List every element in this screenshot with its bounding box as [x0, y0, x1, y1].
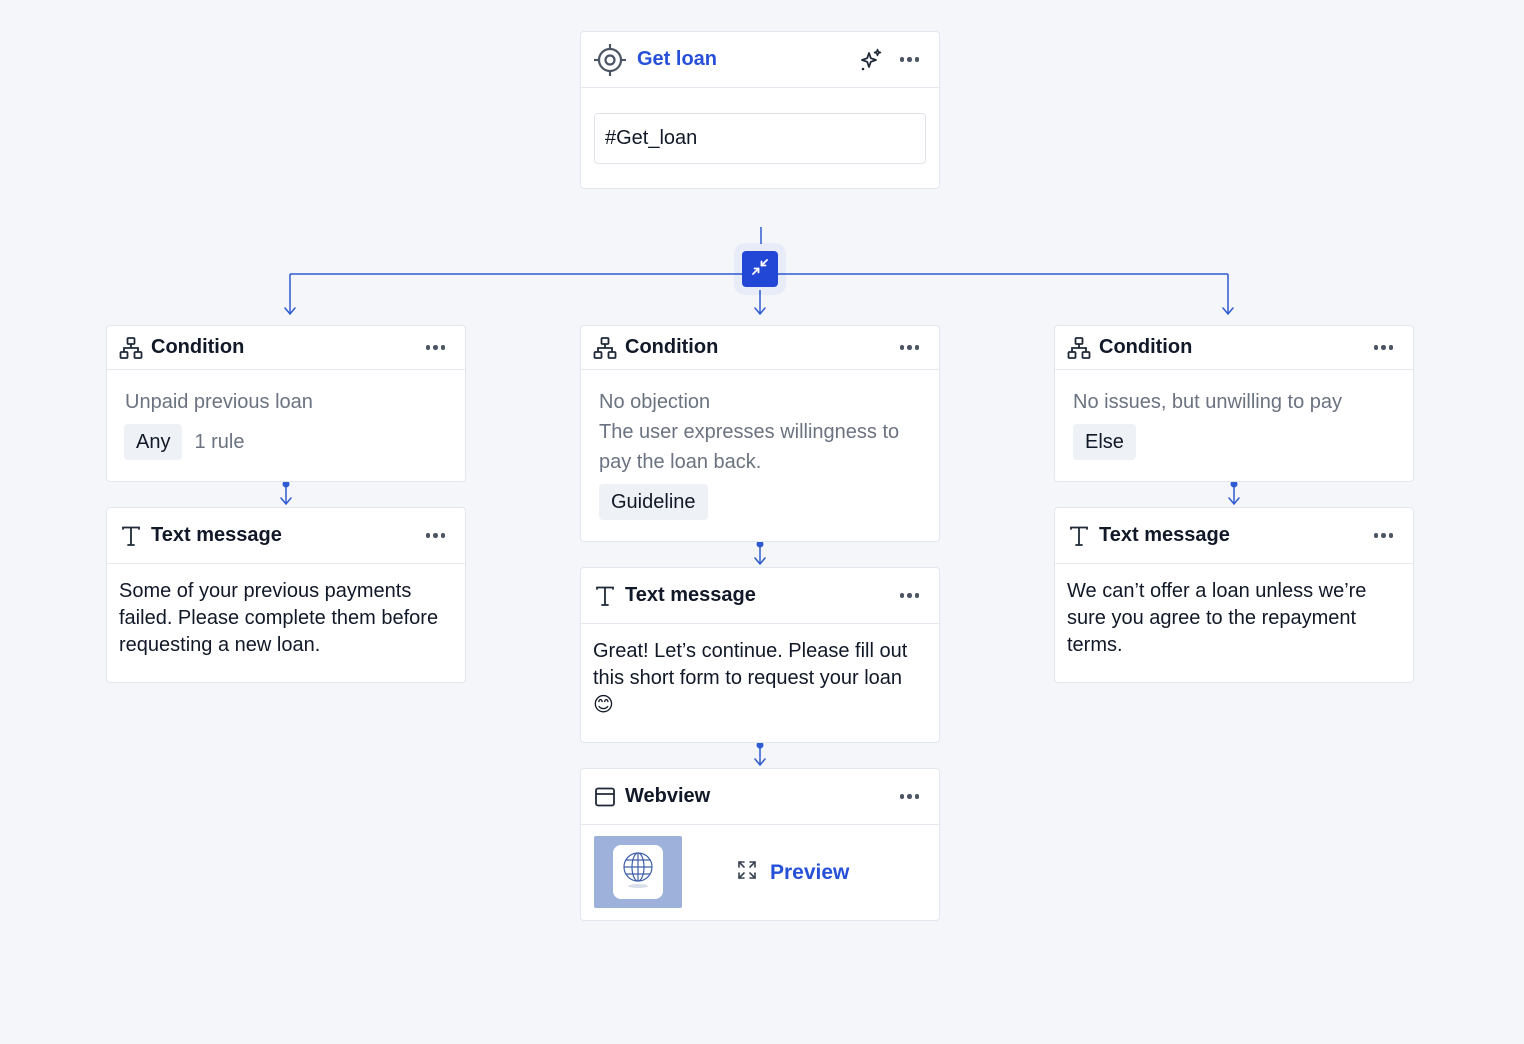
preview-button[interactable]: Preview — [736, 859, 849, 886]
condition-name: Unpaid previous loan — [125, 391, 313, 413]
trigger-card[interactable]: Get loan #Get_loan — [580, 31, 940, 189]
webview-thumbnail — [594, 836, 682, 908]
trigger-more-button[interactable] — [894, 53, 926, 66]
globe-icon — [620, 850, 656, 895]
sitemap-icon — [119, 336, 143, 360]
text-message-card-3[interactable]: Text message We can’t offer a loan unles… — [1054, 507, 1414, 683]
condition-name: No objection — [599, 391, 711, 413]
message-text: Some of your previous payments failed. P… — [119, 580, 439, 656]
condition-more-button[interactable] — [420, 341, 452, 354]
collapse-branches-button[interactable] — [742, 251, 778, 287]
condition-name: No issues, but unwilling to pay — [1073, 391, 1343, 413]
condition-card-1[interactable]: Condition Unpaid previous loan Any 1 rul… — [106, 325, 466, 482]
guideline-chip: Guideline — [599, 484, 708, 520]
message-text: Great! Let’s continue. Please fill out t… — [593, 640, 908, 716]
condition-more-button[interactable] — [1368, 341, 1400, 354]
else-chip: Else — [1073, 424, 1136, 460]
collapse-arrows-icon — [749, 256, 771, 283]
trigger-title[interactable]: Get loan — [637, 48, 858, 71]
condition-header: Condition — [581, 326, 939, 370]
text-message-card-1[interactable]: Text message Some of your previous payme… — [106, 507, 466, 683]
text-t-icon — [1067, 524, 1091, 548]
text-message-title: Text message — [1099, 524, 1230, 546]
condition-title: Condition — [625, 336, 719, 358]
expand-arrows-icon — [736, 859, 758, 886]
webview-title: Webview — [625, 785, 711, 807]
sparkle-icon[interactable] — [858, 47, 884, 73]
text-message-more-button[interactable] — [420, 529, 452, 542]
message-text: We can’t offer a loan unless we’re sure … — [1067, 580, 1367, 656]
text-message-header: Text message — [581, 568, 939, 624]
sitemap-icon — [593, 336, 617, 360]
text-t-icon — [119, 524, 143, 548]
text-message-more-button[interactable] — [894, 589, 926, 602]
text-message-header: Text message — [107, 508, 465, 564]
sitemap-icon — [1067, 336, 1091, 360]
text-message-card-2[interactable]: Text message Great! Let’s continue. Plea… — [580, 567, 940, 743]
condition-description: The user expresses willingness to pay th… — [599, 421, 900, 473]
condition-card-2[interactable]: Condition No objection The user expresse… — [580, 325, 940, 542]
text-message-title: Text message — [151, 524, 282, 546]
text-t-icon — [593, 584, 617, 608]
text-message-title: Text message — [625, 584, 756, 606]
webview-card[interactable]: Webview Preview — [580, 768, 940, 921]
trigger-keyword-input[interactable]: #Get_loan — [594, 113, 926, 164]
condition-more-button[interactable] — [894, 341, 926, 354]
condition-card-3[interactable]: Condition No issues, but unwilling to pa… — [1054, 325, 1414, 482]
webview-header: Webview — [581, 769, 939, 825]
rule-count: 1 rule — [194, 431, 245, 453]
target-icon — [593, 43, 627, 77]
text-message-more-button[interactable] — [1368, 529, 1400, 542]
browser-window-icon — [593, 785, 617, 809]
webview-more-button[interactable] — [894, 790, 926, 803]
condition-header: Condition — [107, 326, 465, 370]
condition-header: Condition — [1055, 326, 1413, 370]
trigger-header: Get loan — [581, 32, 939, 88]
preview-label: Preview — [770, 860, 850, 884]
condition-title: Condition — [1099, 336, 1193, 358]
text-message-header: Text message — [1055, 508, 1413, 564]
match-type-chip: Any — [124, 424, 183, 460]
condition-title: Condition — [151, 336, 245, 358]
